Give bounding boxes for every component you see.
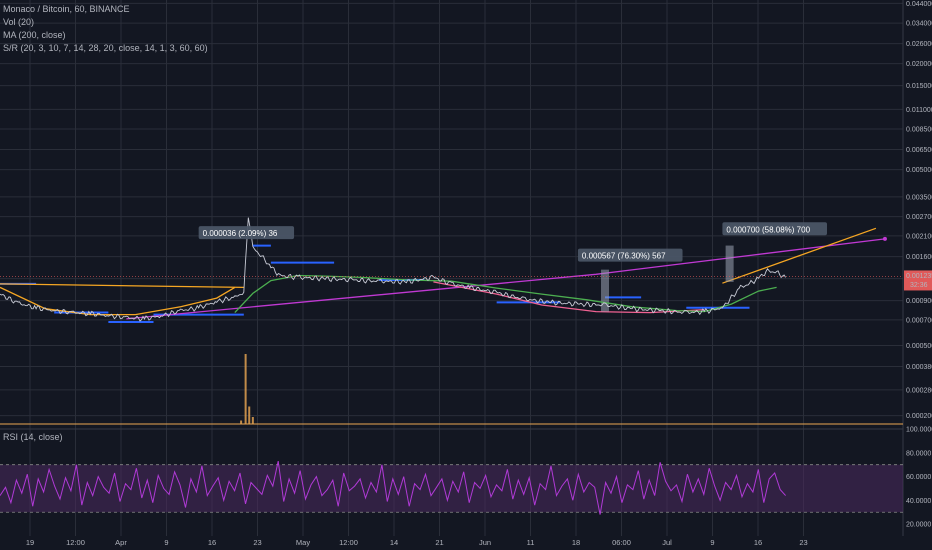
time-tick-label: May <box>296 538 310 547</box>
grid-lines <box>0 0 904 536</box>
rsi-pane <box>0 460 903 515</box>
time-tick-label: 19 <box>26 538 34 547</box>
price-series <box>0 217 786 322</box>
price-tick-label: 0.001600 <box>906 254 932 261</box>
rsi-tick-label: 20.0000 <box>906 522 931 529</box>
measure-label: 0.000700 (58.08%) 700 <box>726 225 810 234</box>
time-tick-label: 21 <box>435 538 443 547</box>
measure-label: 0.000567 (76.30%) 567 <box>582 252 666 261</box>
rsi-legend[interactable]: RSI (14, close) <box>3 432 63 442</box>
volume-bar <box>244 354 247 424</box>
price-line <box>0 217 786 322</box>
price-tick-label: 0.000280 <box>906 387 932 394</box>
volume-bar <box>251 417 254 424</box>
time-tick-label: 16 <box>208 538 216 547</box>
time-tick-label: 06:00 <box>612 538 631 547</box>
price-tick-label: 0.020000 <box>906 61 932 68</box>
price-tick-label: 0.015000 <box>906 83 932 90</box>
symbol-legend[interactable]: Monaco / Bitcoin, 60, BINANCE <box>3 4 130 14</box>
sr-legend[interactable]: S/R (20, 3, 10, 7, 14, 28, 20, close, 14… <box>3 43 208 53</box>
price-tick-label: 0.000380 <box>906 364 932 371</box>
time-tick-label: Apr <box>115 538 127 547</box>
price-tick-label: 0.026000 <box>906 41 932 48</box>
price-tick-label: 0.002700 <box>906 214 932 221</box>
rsi-tick-label: 100.0000 <box>906 427 932 434</box>
price-tick-label: 0.000900 <box>906 298 932 305</box>
time-tick-label: 9 <box>164 538 168 547</box>
ma-legend[interactable]: MA (200, close) <box>3 30 66 40</box>
price-tick-label: 0.006500 <box>906 147 932 154</box>
price-tick-label: 0.034000 <box>906 21 932 28</box>
chart-canvas[interactable]: 0.000036 (2.09%) 36 0.000567 (76.30%) 567… <box>0 0 932 550</box>
time-tick-label: 16 <box>754 538 762 547</box>
price-tick-label: 0.000500 <box>906 343 932 350</box>
trend-line-handle[interactable] <box>882 236 887 241</box>
time-tick-label: 18 <box>572 538 580 547</box>
countdown-label: 32:36 <box>910 282 928 289</box>
time-axis[interactable]: 19 12:00 Apr 9 16 23 May 12:00 14 21 Jun 11 18 06:00 J… <box>26 538 808 547</box>
trend-line[interactable] <box>0 283 244 289</box>
volume-bars <box>0 354 903 425</box>
time-tick-label: 14 <box>390 538 398 547</box>
price-tick-label: 0.011000 <box>906 107 932 114</box>
time-tick-label: 23 <box>253 538 261 547</box>
price-tick-label: 0.003500 <box>906 194 932 201</box>
volume-bar <box>240 420 243 424</box>
measure-label: 0.000036 (2.09%) 36 <box>203 229 278 238</box>
time-tick-label: Jun <box>479 538 491 547</box>
time-tick-label: 9 <box>710 538 714 547</box>
price-axis[interactable]: 0.044000 0.034000 0.026000 0.020000 0.015000… <box>0 1 932 529</box>
time-tick-label: 12:00 <box>66 538 85 547</box>
time-tick-label: 12:00 <box>339 538 358 547</box>
price-tick-label: 0.005000 <box>906 167 932 174</box>
time-tick-label: Jul <box>662 538 672 547</box>
price-tick-label: 0.000700 <box>906 317 932 324</box>
price-tick-label: 0.000200 <box>906 413 932 420</box>
time-tick-label: 23 <box>799 538 807 547</box>
trend-lines[interactable] <box>0 227 887 320</box>
volume-bar <box>248 406 251 424</box>
price-tick-label: 0.044000 <box>906 1 932 8</box>
price-tick-label: 0.008500 <box>906 127 932 134</box>
rsi-tick-label: 40.0000 <box>906 498 931 505</box>
rsi-tick-label: 60.0000 <box>906 474 931 481</box>
price-tick-label: 0.002100 <box>906 233 932 240</box>
last-price-label: 0.001235 <box>906 273 932 280</box>
volume-legend[interactable]: Vol (20) <box>3 17 34 27</box>
rsi-tick-label: 80.0000 <box>906 450 931 457</box>
time-tick-label: 11 <box>527 538 535 547</box>
